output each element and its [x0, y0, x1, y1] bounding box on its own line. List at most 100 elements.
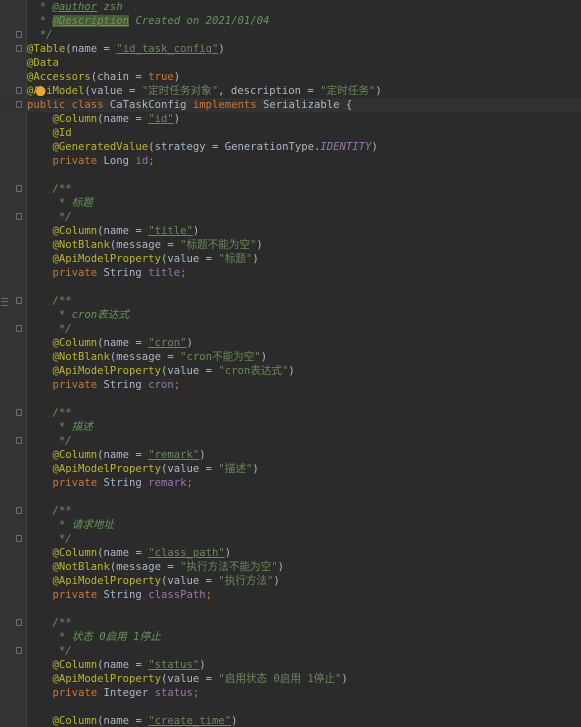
- code-line[interactable]: * 标题: [0, 196, 581, 210]
- code-line[interactable]: @Accessors(chain = true): [0, 70, 581, 84]
- code-line[interactable]: @Data: [0, 56, 581, 70]
- code-line[interactable]: * cron表达式: [0, 308, 581, 322]
- code-line[interactable]: @NotBlank(message = "执行方法不能为空"): [0, 560, 581, 574]
- code-line[interactable]: @ApiModelProperty(value = "执行方法"): [0, 574, 581, 588]
- code-line[interactable]: @Column(name = "class_path"): [0, 546, 581, 560]
- code-token-comment: Created on 2021/01/04: [129, 15, 270, 27]
- code-line[interactable]: * 描述: [0, 420, 581, 434]
- fold-icon[interactable]: [16, 535, 22, 542]
- code-token-string: "启用状态 0启用 1停止": [218, 673, 342, 685]
- code-line[interactable]: private String title;: [0, 266, 581, 280]
- code-line[interactable]: * @author zsh: [0, 0, 581, 14]
- fold-icon[interactable]: [16, 101, 22, 108]
- fold-icon[interactable]: [16, 325, 22, 332]
- fold-icon[interactable]: [16, 45, 22, 52]
- code-token-keyword: private: [52, 589, 104, 601]
- code-line[interactable]: @Column(name = "create_time"): [0, 714, 581, 727]
- fold-icon[interactable]: [16, 185, 22, 192]
- code-line[interactable]: [0, 280, 581, 294]
- code-line[interactable]: [0, 700, 581, 714]
- code-line[interactable]: private String remark;: [0, 476, 581, 490]
- code-token-keyword: private: [52, 477, 104, 489]
- code-line[interactable]: @Column(name = "status"): [0, 658, 581, 672]
- code-token-field: id: [135, 155, 149, 167]
- gutter-structure-icon[interactable]: [1, 298, 8, 306]
- code-token-text: ): [252, 463, 259, 475]
- code-token-annotation: @Column: [52, 449, 98, 461]
- code-line[interactable]: * @Description Created on 2021/01/04: [0, 14, 581, 28]
- code-line[interactable]: @Id: [0, 126, 581, 140]
- code-line[interactable]: */: [0, 322, 581, 336]
- code-line[interactable]: /**: [0, 294, 581, 308]
- code-line[interactable]: [0, 392, 581, 406]
- code-line[interactable]: [0, 602, 581, 616]
- code-token-annotation: @GeneratedValue: [52, 141, 149, 153]
- code-token-text: ): [375, 85, 382, 97]
- fold-icon[interactable]: [16, 647, 22, 654]
- code-line[interactable]: /**: [0, 182, 581, 196]
- code-line[interactable]: @ApiModelProperty(value = "启用状态 0启用 1停止"…: [0, 672, 581, 686]
- code-editor[interactable]: * @author zsh * @Description Created on …: [0, 0, 581, 727]
- code-line[interactable]: @ApiModelProperty(value = "描述"): [0, 462, 581, 476]
- code-token-doctag: @Description: [52, 15, 130, 27]
- code-line[interactable]: @ApiModel(value = "定时任务对象", description …: [0, 84, 581, 98]
- code-token-text: ): [199, 449, 206, 461]
- code-line[interactable]: */: [0, 532, 581, 546]
- fold-icon[interactable]: [16, 31, 22, 38]
- code-token-comment: *: [27, 15, 53, 27]
- intention-bulb-icon[interactable]: [36, 86, 45, 96]
- fold-icon[interactable]: [16, 507, 22, 514]
- fold-icon[interactable]: [16, 87, 22, 94]
- code-line[interactable]: private String cron;: [0, 378, 581, 392]
- code-line[interactable]: * 请求地址: [0, 518, 581, 532]
- code-line[interactable]: /**: [0, 616, 581, 630]
- code-line[interactable]: @ApiModelProperty(value = "cron表达式"): [0, 364, 581, 378]
- code-line[interactable]: [0, 490, 581, 504]
- fold-icon[interactable]: [16, 409, 22, 416]
- code-line[interactable]: @Column(name = "title"): [0, 224, 581, 238]
- code-line[interactable]: */: [0, 28, 581, 42]
- code-token-text: (chain =: [90, 71, 149, 83]
- code-line[interactable]: */: [0, 644, 581, 658]
- code-token-text: ): [252, 253, 259, 265]
- code-token-comment: zsh: [97, 1, 123, 13]
- code-line[interactable]: @Column(name = "id"): [0, 112, 581, 126]
- code-line[interactable]: [0, 168, 581, 182]
- code-token-text: ): [273, 575, 280, 587]
- code-token-string: "标题": [218, 253, 253, 265]
- code-line[interactable]: */: [0, 434, 581, 448]
- code-line[interactable]: * 状态 0启用 1停止: [0, 630, 581, 644]
- code-line[interactable]: @NotBlank(message = "标题不能为空"): [0, 238, 581, 252]
- fold-icon[interactable]: [16, 297, 22, 304]
- code-line[interactable]: */: [0, 210, 581, 224]
- code-line[interactable]: /**: [0, 504, 581, 518]
- code-token-keyword: private: [52, 687, 104, 699]
- code-line[interactable]: private Long id;: [0, 154, 581, 168]
- code-token-text: ): [277, 561, 284, 573]
- fold-icon[interactable]: [16, 213, 22, 220]
- code-line[interactable]: @NotBlank(message = "cron不能为空"): [0, 350, 581, 364]
- code-token-string: "描述": [218, 463, 253, 475]
- code-line[interactable]: @Column(name = "cron"): [0, 336, 581, 350]
- code-line[interactable]: /**: [0, 406, 581, 420]
- code-line[interactable]: private String classPath;: [0, 588, 581, 602]
- fold-icon[interactable]: [16, 437, 22, 444]
- code-line[interactable]: public class CaTaskConfig implements Ser…: [0, 98, 581, 112]
- code-token-static: IDENTITY: [320, 141, 372, 153]
- code-line[interactable]: @Table(name = "id_task_config"): [0, 42, 581, 56]
- code-line[interactable]: @ApiModelProperty(value = "标题"): [0, 252, 581, 266]
- code-line[interactable]: private Integer status;: [0, 686, 581, 700]
- code-token-text: ): [192, 225, 200, 237]
- code-token-comment: * 请求地址: [27, 519, 115, 531]
- code-token-annotation: @ApiModelProperty: [52, 253, 161, 265]
- code-token-text: ): [224, 547, 232, 559]
- fold-icon[interactable]: [16, 619, 22, 626]
- code-line[interactable]: @Column(name = "remark"): [0, 448, 581, 462]
- code-area[interactable]: * @author zsh * @Description Created on …: [0, 0, 581, 727]
- code-line[interactable]: @GeneratedValue(strategy = GenerationTyp…: [0, 140, 581, 154]
